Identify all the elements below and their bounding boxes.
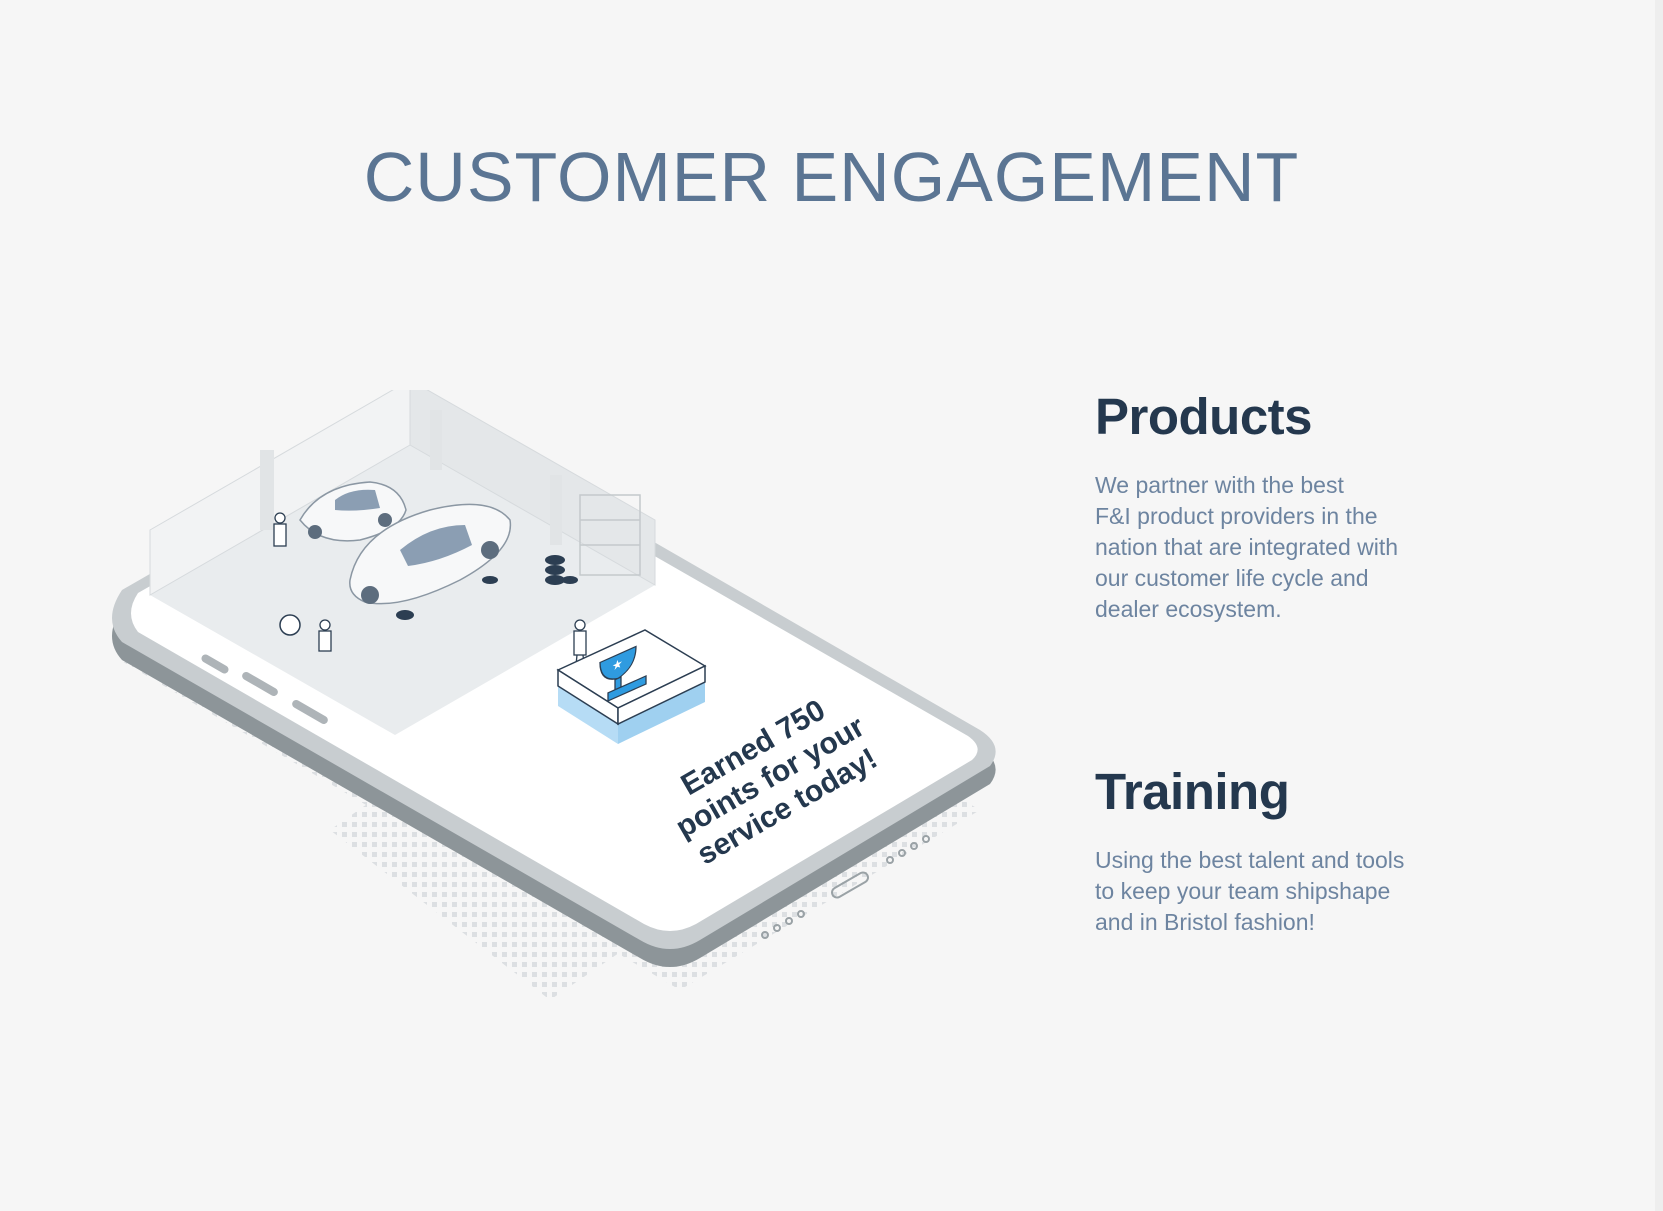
- phone-garage-illustration: ★ Earned 750 points for your service tod…: [112, 390, 996, 1000]
- feature-products-description: We partner with the best F&I product pro…: [1095, 472, 1399, 622]
- feature-products-title: Products: [1095, 388, 1313, 445]
- feature-training-description: Using the best talent and tools to keep …: [1095, 847, 1405, 935]
- page-title: CUSTOMER ENGAGEMENT: [363, 138, 1300, 216]
- feature-training: Training Using the best talent and tools…: [1095, 766, 1495, 938]
- feature-products: Products We partner with the best F&I pr…: [1095, 391, 1495, 625]
- feature-training-title: Training: [1095, 763, 1290, 820]
